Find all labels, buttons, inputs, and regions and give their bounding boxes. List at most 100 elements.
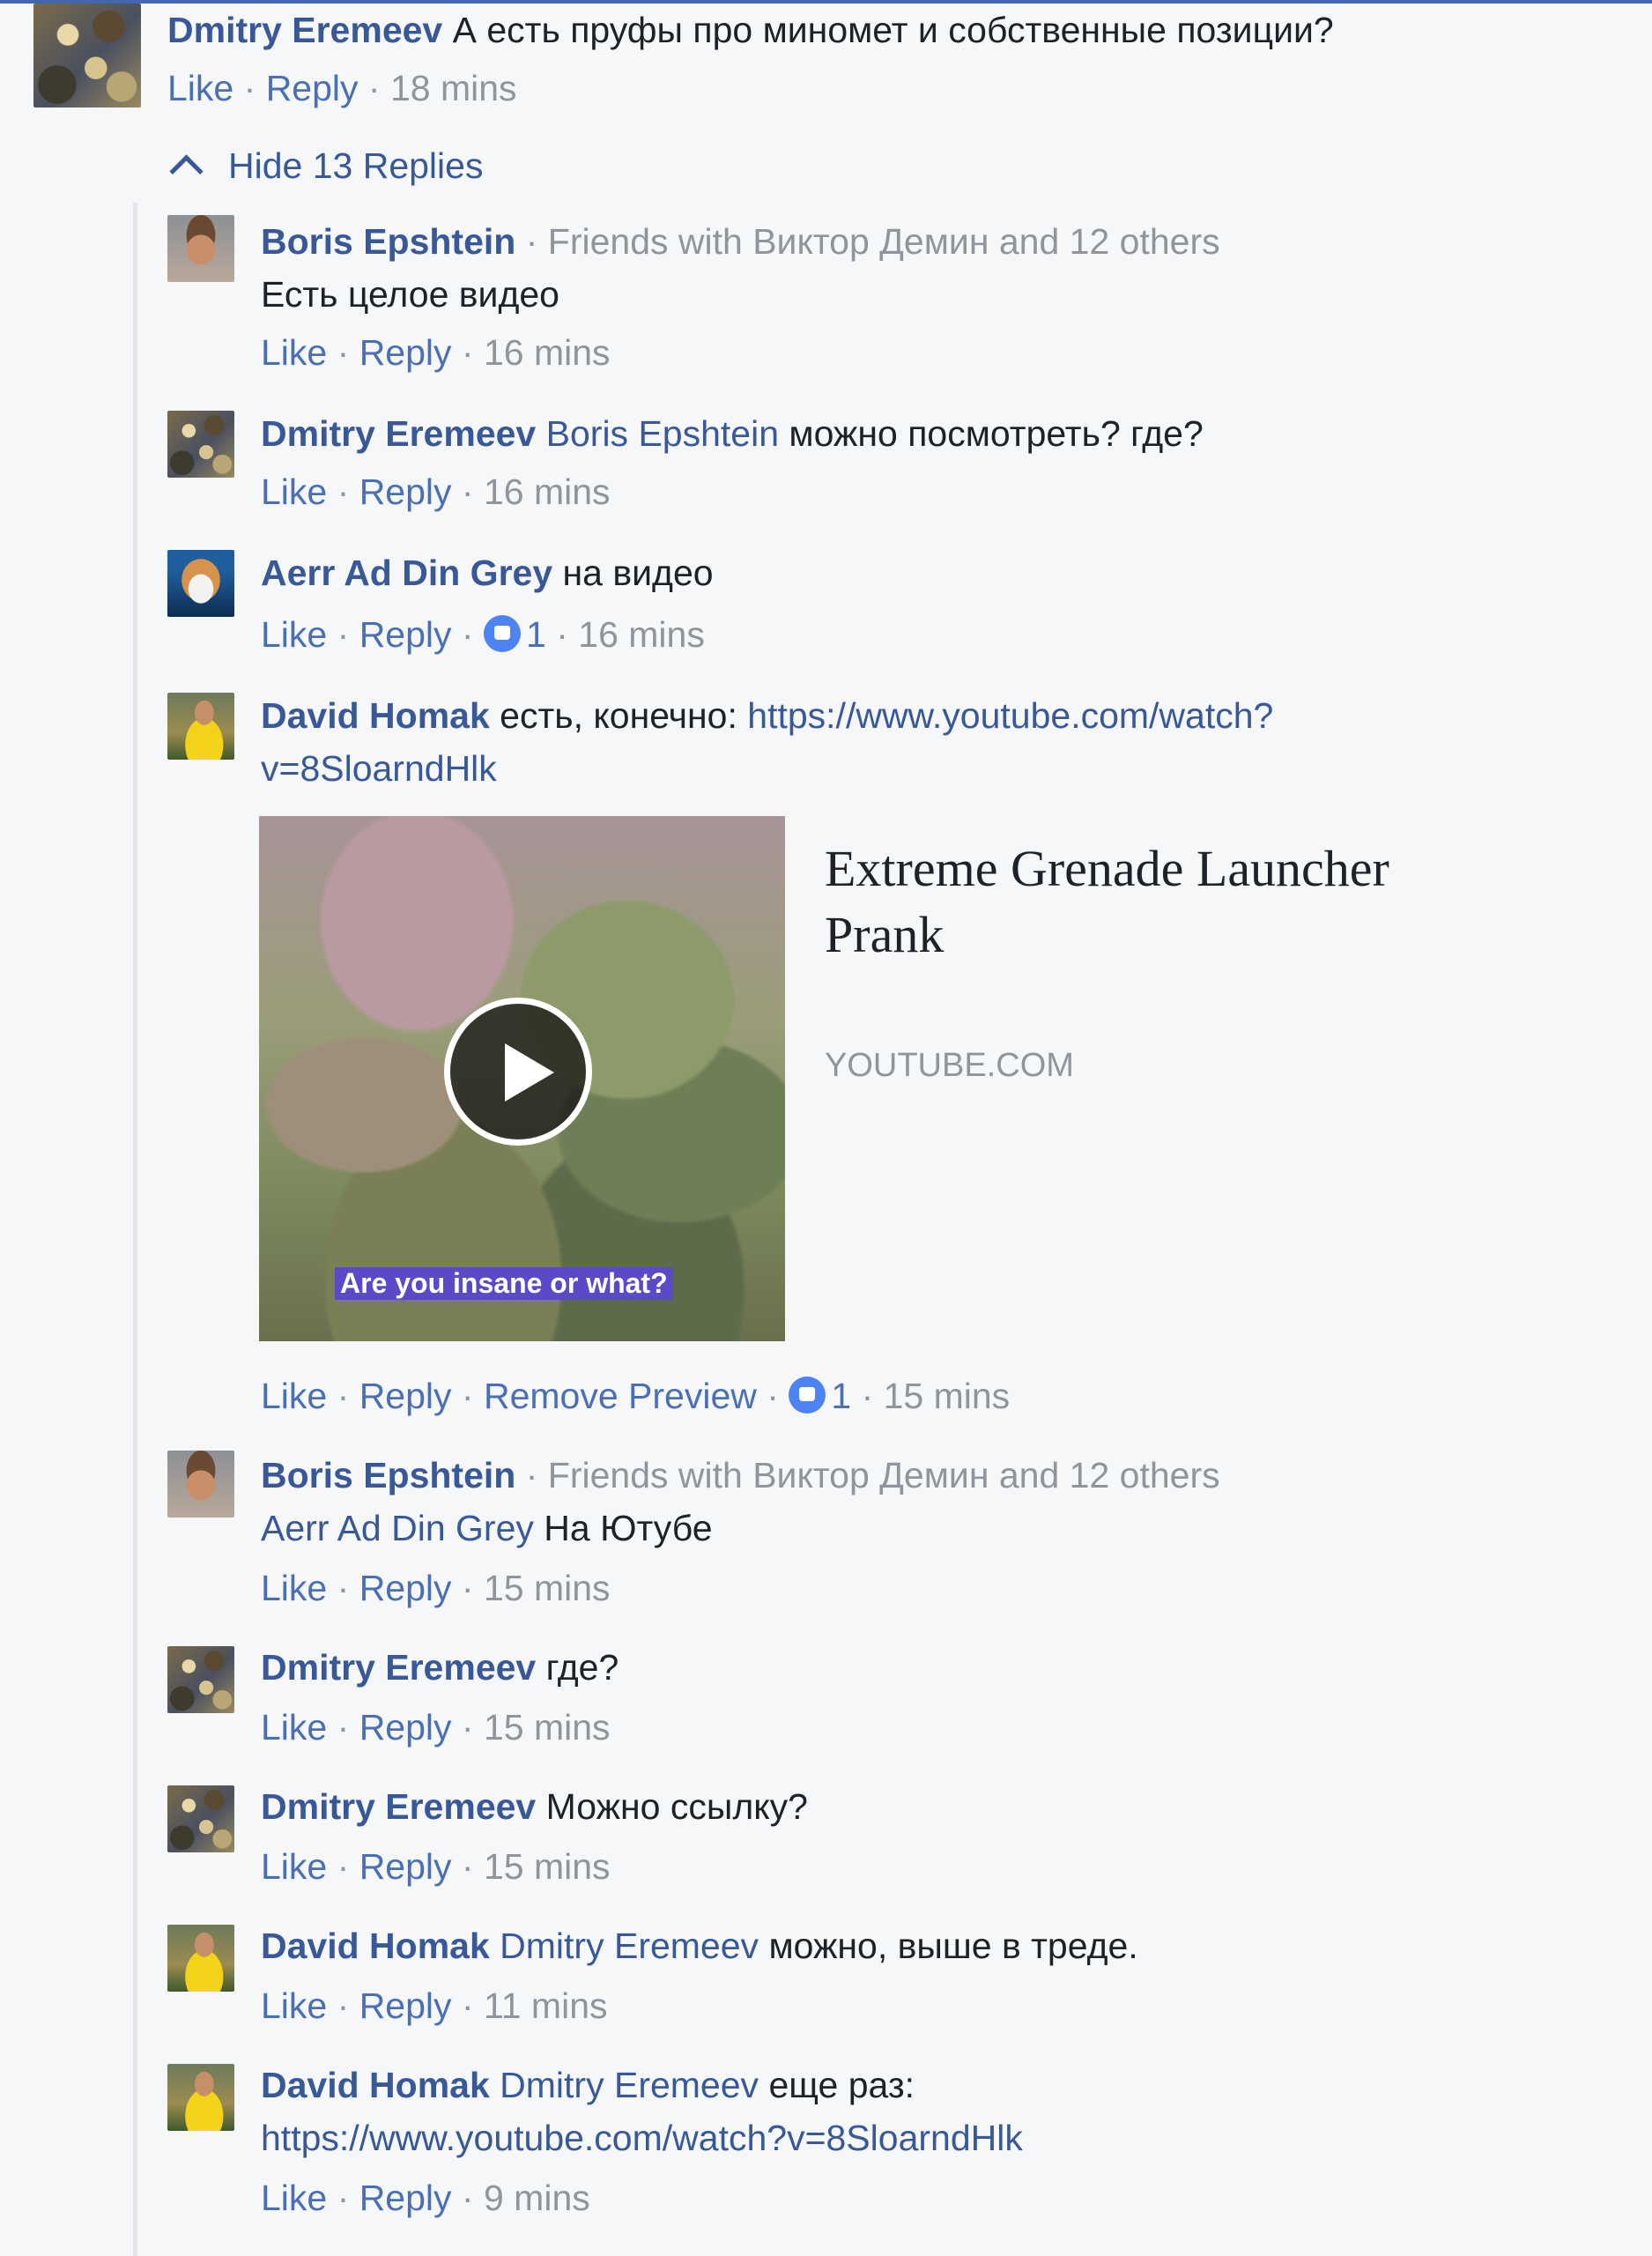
reply-4-body: David Homak есть, конечно: https://www.y… [261,693,1273,738]
avatar-boris-epshtein[interactable] [167,1451,234,1518]
like-link[interactable]: Like [167,68,233,108]
comment-author[interactable]: Dmitry Eremeev [261,1786,536,1827]
comment-author[interactable]: Dmitry Eremeev [261,413,536,454]
avatar-dmitry-eremeev[interactable] [167,1785,234,1852]
separator: · [367,68,381,108]
separator: · [337,1707,350,1748]
reply-link[interactable]: Reply [359,332,452,373]
like-link[interactable]: Like [261,471,327,512]
play-icon[interactable] [444,998,592,1146]
friends-note[interactable]: Friends with Виктор Демин and 12 others [548,1455,1220,1495]
comment-text: еще раз: [768,2065,915,2105]
mention-link[interactable]: Aerr Ad Din Grey [261,1508,534,1548]
reply-link[interactable]: Reply [359,2178,452,2218]
reply-5-actions: Like · Reply · 15 mins [261,1565,611,1611]
reply-6-body: Dmitry Eremeev где? [261,1644,619,1690]
comment-time[interactable]: 18 mins [390,68,517,108]
separator: · [243,68,256,108]
comment-author[interactable]: Dmitry Eremeev [261,1647,536,1688]
reply-link[interactable]: Reply [266,68,359,108]
reply-link[interactable]: Reply [359,1568,452,1608]
comment-time[interactable]: 15 mins [484,1568,611,1608]
youtube-link[interactable]: https://www.youtube.com/watch?v=8Sloarnd… [261,2118,1023,2158]
reaction-count[interactable]: 1 [526,614,546,655]
avatar-dmitry-eremeev[interactable] [33,4,141,108]
comment-author[interactable]: David Homak [261,1926,490,1966]
comment-author[interactable]: David Homak [261,695,490,736]
comment-time[interactable]: 15 mins [484,1707,611,1748]
hide-replies-button[interactable]: Hide 13 Replies [169,143,483,189]
separator: · [461,332,474,373]
reply-2-actions: Like · Reply · 16 mins [261,469,611,515]
separator: · [461,1568,474,1608]
avatar-david-homak[interactable] [167,2064,234,2131]
friends-note[interactable]: Friends with Виктор Демин and 12 others [548,221,1220,262]
reply-8-actions: Like · Reply · 11 mins [261,1983,608,2029]
like-link[interactable]: Like [261,2178,327,2218]
reply-4-link-cont: v=8SloarndHlk [261,746,497,791]
comment-author[interactable]: David Homak [261,2065,490,2105]
comment-time[interactable]: 16 mins [484,332,611,373]
top-border [0,0,1652,4]
comment-text: где? [545,1647,619,1688]
top-comment-actions: Like · Reply · 18 mins [167,65,517,111]
comment-author[interactable]: Boris Epshtein [261,1455,515,1495]
like-link[interactable]: Like [261,1985,327,2026]
separator: · [461,2178,474,2218]
separator: · [337,1985,350,2026]
mention-link[interactable]: Dmitry Eremeev [500,1926,759,1966]
like-reaction-icon[interactable] [483,615,521,652]
remove-preview-link[interactable]: Remove Preview [484,1376,757,1416]
avatar-dmitry-eremeev[interactable] [167,411,234,478]
separator: · [861,1376,874,1416]
reply-link[interactable]: Reply [359,614,452,655]
avatar-aerr-ad-din-grey[interactable] [167,550,234,617]
mention-link[interactable]: Boris Epshtein [546,413,779,454]
comment-text: Есть целое видео [261,274,559,315]
link-preview-title[interactable]: Extreme Grenade Launcher Prank [825,835,1512,968]
reply-link[interactable]: Reply [359,1707,452,1748]
like-link[interactable]: Like [261,1707,327,1748]
comment-author[interactable]: Aerr Ad Din Grey [261,553,552,593]
comment-time[interactable]: 9 mins [484,2178,590,2218]
reply-7-actions: Like · Reply · 15 mins [261,1844,611,1889]
avatar-dmitry-eremeev[interactable] [167,1646,234,1713]
reply-7-body: Dmitry Eremeev Можно ссылку? [261,1784,808,1829]
reply-4-actions: Like · Reply · Remove Preview · 1 · 15 m… [261,1373,1010,1419]
video-thumbnail[interactable]: Are you insane or what? [259,816,785,1341]
comment-text: Можно ссылку? [545,1786,808,1827]
reply-link[interactable]: Reply [359,1985,452,2026]
separator: · [337,2178,350,2218]
like-link[interactable]: Like [261,614,327,655]
separator: · [461,1846,474,1887]
comment-time[interactable]: 15 mins [884,1376,1011,1416]
like-link[interactable]: Like [261,1568,327,1608]
comment-time[interactable]: 16 mins [484,471,611,512]
like-reaction-icon[interactable] [789,1377,826,1414]
avatar-david-homak[interactable] [167,1925,234,1992]
avatar-david-homak[interactable] [167,693,234,760]
mention-link[interactable]: Dmitry Eremeev [500,2065,759,2105]
youtube-link[interactable]: https://www.youtube.com/watch? [747,695,1273,736]
comment-author[interactable]: Boris Epshtein [261,221,515,262]
youtube-link-continued[interactable]: v=8SloarndHlk [261,748,497,789]
reply-link[interactable]: Reply [359,471,452,512]
like-link[interactable]: Like [261,1376,327,1416]
reply-2-body: Dmitry Eremeev Boris Epshtein можно посм… [261,411,1204,456]
reply-link[interactable]: Reply [359,1376,452,1416]
comment-time[interactable]: 15 mins [484,1846,611,1887]
reply-8-body: David Homak Dmitry Eremeev можно, выше в… [261,1923,1138,1969]
reply-link[interactable]: Reply [359,1846,452,1887]
reply-thread-line [133,203,137,2256]
comment-time[interactable]: 11 mins [484,1985,608,2026]
comment-author[interactable]: Dmitry Eremeev [167,10,442,50]
like-link[interactable]: Like [261,332,327,373]
like-link[interactable]: Like [261,1846,327,1887]
separator: · [461,1376,474,1416]
reply-5-header: Boris Epshtein · Friends with Виктор Дем… [261,1452,1220,1498]
reaction-count[interactable]: 1 [831,1376,851,1416]
reply-1-actions: Like · Reply · 16 mins [261,330,611,375]
avatar-boris-epshtein[interactable] [167,215,234,282]
comment-text: можно, выше в треде. [768,1926,1138,1966]
comment-time[interactable]: 16 mins [578,614,705,655]
